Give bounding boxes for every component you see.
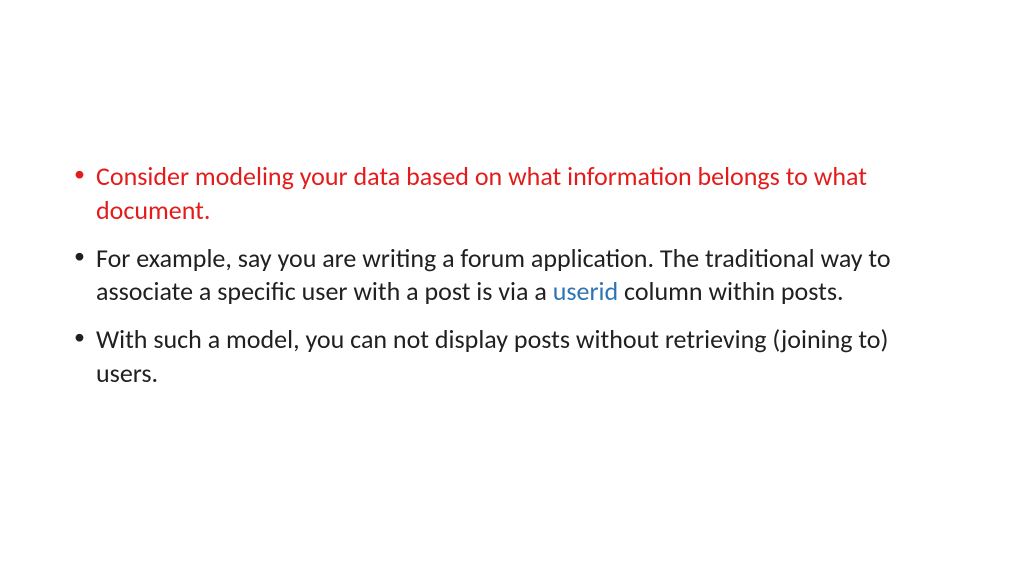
bullet-text: With such a model, you can not display p… [96, 323, 888, 389]
bullet-text: Consider modeling your data based on wha… [96, 160, 867, 226]
bullet-item-3: With such a model, you can not display p… [70, 323, 954, 391]
bullet-list: Consider modeling your data based on wha… [70, 160, 954, 391]
userid-keyword: userid [553, 275, 618, 307]
bullet-item-2: For example, say you are writing a forum… [70, 242, 954, 310]
bullet-item-1: Consider modeling your data based on wha… [70, 160, 954, 228]
bullet-text-part-b: column within posts. [618, 275, 843, 307]
